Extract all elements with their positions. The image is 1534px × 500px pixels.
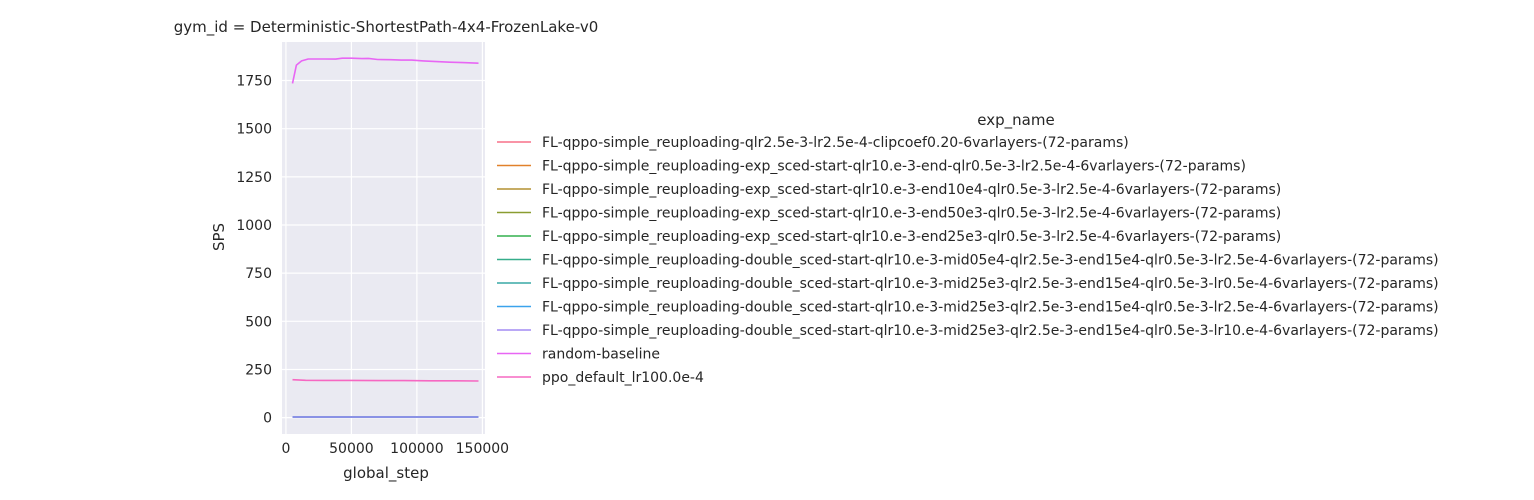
y-tick-label: 1750	[236, 74, 272, 90]
legend-entry: ppo_default_lr100.0e-4	[542, 370, 704, 386]
chart-title: gym_id = Deterministic-ShortestPath-4x4-…	[174, 18, 599, 37]
legend-entry: FL-qppo-simple_reuploading-exp_sced-star…	[542, 159, 1246, 175]
legend-entry: FL-qppo-simple_reuploading-qlr2.5e-3-lr2…	[542, 135, 1129, 151]
x-tick-label: 100000	[390, 441, 443, 457]
legend-entry: FL-qppo-simple_reuploading-exp_sced-star…	[542, 206, 1281, 222]
x-tick-label: 0	[281, 441, 290, 457]
y-tick-label: 1250	[236, 170, 272, 186]
x-axis-label: global_step	[343, 464, 429, 483]
legend-entry: FL-qppo-simple_reuploading-double_sced-s…	[542, 253, 1439, 269]
y-tick-label: 0	[263, 411, 272, 427]
y-tick-label: 250	[245, 362, 272, 378]
y-tick-label: 500	[245, 314, 272, 330]
legend-title: exp_name	[977, 111, 1054, 130]
y-tick-labels: 0 250 500 750 1000 1250 1500 1750	[236, 74, 272, 427]
y-tick-label: 750	[245, 266, 272, 282]
x-tick-labels: 0 50000 100000 150000	[281, 441, 509, 457]
y-tick-label: 1500	[236, 122, 272, 138]
plot-area	[282, 42, 485, 434]
legend-entry: FL-qppo-simple_reuploading-double_sced-s…	[542, 300, 1439, 316]
legend-entry: random-baseline	[542, 347, 660, 363]
x-tick-label: 150000	[456, 441, 509, 457]
y-axis-label: SPS	[210, 223, 228, 251]
x-tick-label: 50000	[329, 441, 374, 457]
legend-entry: FL-qppo-simple_reuploading-exp_sced-star…	[542, 229, 1281, 245]
legend-entry: FL-qppo-simple_reuploading-double_sced-s…	[542, 276, 1439, 292]
y-tick-label: 1000	[236, 218, 272, 234]
legend-entry: FL-qppo-simple_reuploading-double_sced-s…	[542, 323, 1439, 339]
legend: exp_name FL-qppo-simple_reuploading-qlr2…	[497, 111, 1439, 386]
chart: 0 50000 100000 150000 0 250 500 750 1000 1250 150…	[174, 18, 1439, 483]
legend-entry: FL-qppo-simple_reuploading-exp_sced-star…	[542, 182, 1281, 198]
